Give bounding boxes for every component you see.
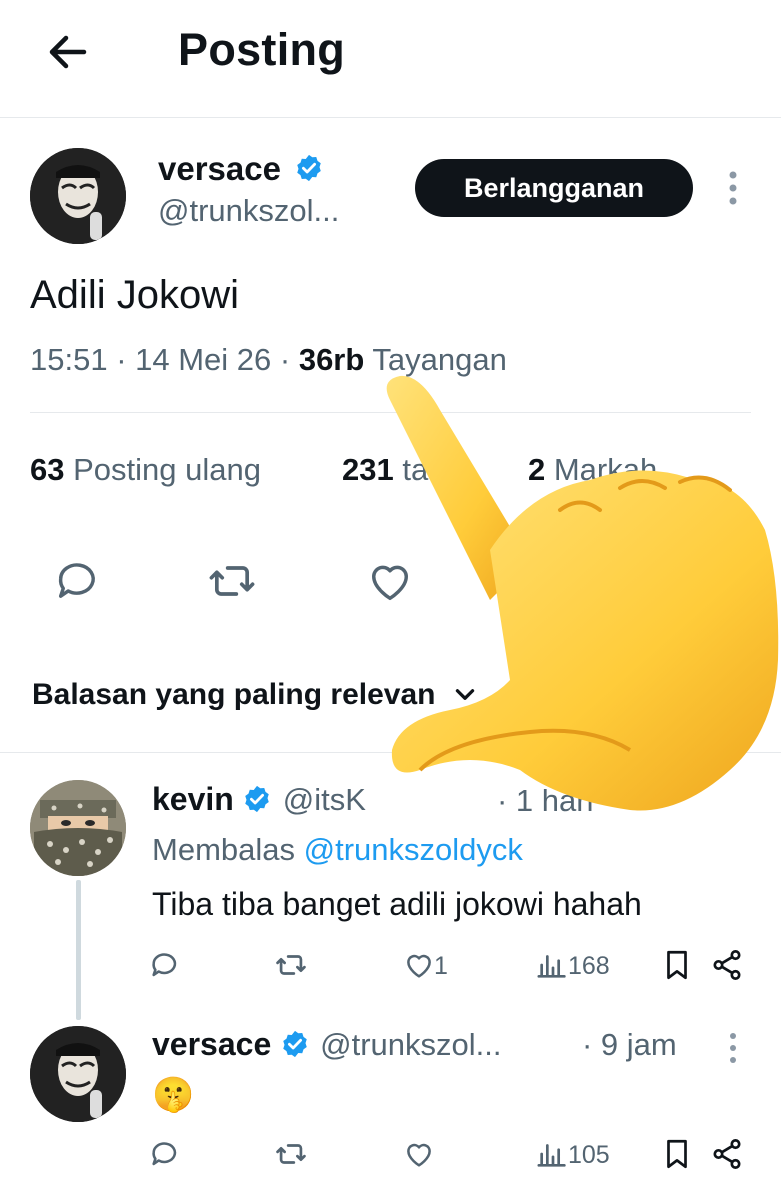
reply-icon[interactable] xyxy=(148,948,182,982)
reposts-stat[interactable]: 63 Posting ulang xyxy=(30,452,261,488)
reply-avatar[interactable] xyxy=(30,1026,126,1122)
like-count: 1 xyxy=(434,952,448,980)
pointing-hand-emoji xyxy=(380,370,780,840)
verified-icon xyxy=(297,154,321,182)
reposts-count[interactable]: 63 xyxy=(30,452,64,487)
sort-label[interactable]: Balasan yang paling relevan xyxy=(32,678,436,711)
replying-prefix: Membalas xyxy=(152,832,304,867)
views-count: 36rb xyxy=(298,342,365,377)
reply-icon[interactable] xyxy=(148,1137,182,1171)
subscribe-button[interactable]: Berlangganan xyxy=(415,159,693,217)
bookmark-icon[interactable] xyxy=(660,948,694,982)
views-count: 168 xyxy=(568,952,610,980)
more-vertical-icon[interactable] xyxy=(718,165,748,211)
share-icon[interactable] xyxy=(710,1137,744,1171)
author-name[interactable]: versace xyxy=(158,150,324,188)
reply-author-name[interactable]: kevin xyxy=(152,781,234,817)
reply-avatar[interactable] xyxy=(30,780,126,876)
tweet-time: 15:51 · 14 Mei 26 · xyxy=(30,342,299,377)
reply-header[interactable]: versace @trunkszol... xyxy=(152,1026,502,1063)
reply-author-handle[interactable]: @trunkszol... xyxy=(320,1027,501,1062)
views-icon[interactable] xyxy=(536,1137,570,1171)
like-icon[interactable] xyxy=(402,1137,436,1171)
reply-header[interactable]: kevin @itsK xyxy=(152,781,366,818)
verified-icon xyxy=(245,785,270,813)
reply-icon[interactable] xyxy=(52,555,104,607)
author-name-text[interactable]: versace xyxy=(158,150,281,187)
tweet-text: Adili Jokowi xyxy=(30,273,239,317)
author-handle[interactable]: @trunkszol... xyxy=(158,193,339,229)
more-vertical-icon[interactable] xyxy=(718,1028,748,1068)
retweet-icon[interactable] xyxy=(274,1137,308,1171)
reply-time: · 9 jam xyxy=(582,1027,677,1062)
thread-line xyxy=(76,880,81,1020)
back-arrow-icon[interactable] xyxy=(44,28,92,76)
bookmark-icon[interactable] xyxy=(660,1137,694,1171)
reposts-label[interactable]: Posting ulang xyxy=(64,452,261,487)
views-icon[interactable] xyxy=(536,948,570,982)
page-title: Posting xyxy=(178,24,346,75)
views-count: 105 xyxy=(568,1141,610,1169)
reply-text: 🤫 xyxy=(152,1076,195,1114)
reply-author-handle[interactable]: @itsK xyxy=(283,782,366,817)
divider xyxy=(0,117,781,118)
verified-icon xyxy=(282,1030,307,1058)
reply-author-name[interactable]: versace xyxy=(152,1026,271,1062)
retweet-icon[interactable] xyxy=(206,555,258,607)
retweet-icon[interactable] xyxy=(274,948,308,982)
reply-text: Tiba tiba banget adili jokowi hahah xyxy=(152,886,642,922)
like-icon[interactable] xyxy=(402,948,436,982)
avatar[interactable] xyxy=(30,148,126,244)
share-icon[interactable] xyxy=(710,948,744,982)
